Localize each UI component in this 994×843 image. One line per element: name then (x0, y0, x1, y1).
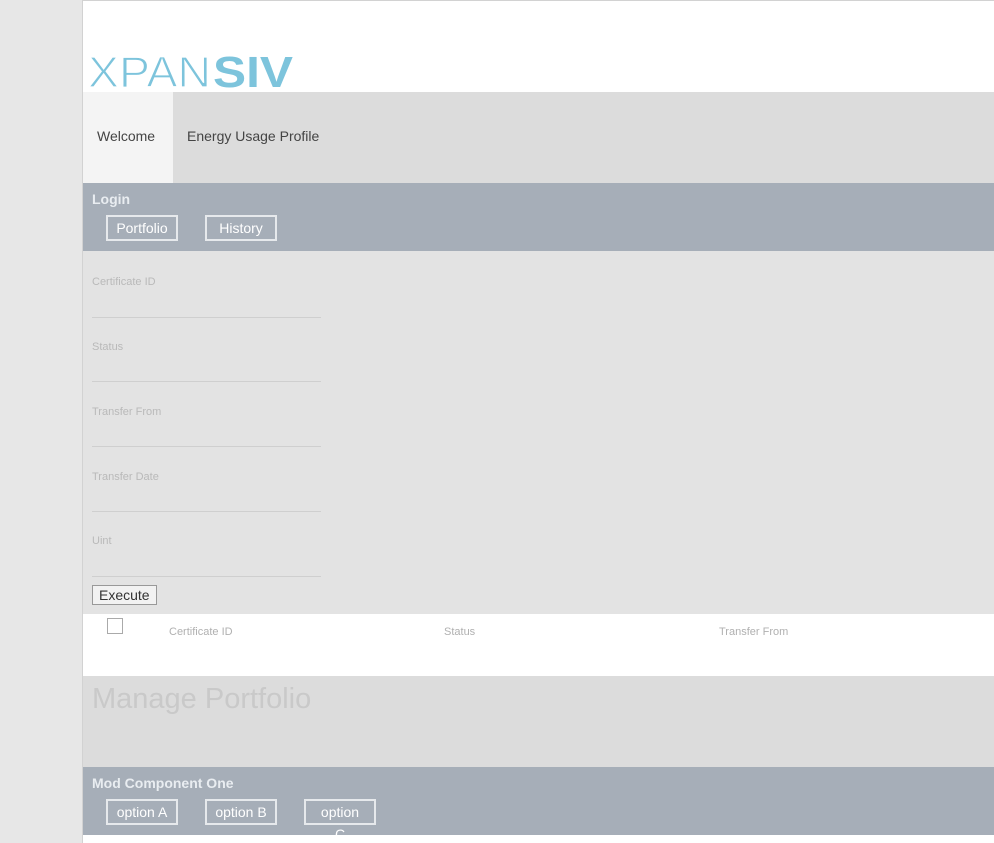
results-table: Certificate ID Status Transfer From (83, 614, 994, 676)
column-header-certificate-id: Certificate ID (169, 626, 233, 638)
transfer-date-underline (92, 511, 321, 512)
transfer-from-input[interactable] (92, 423, 321, 445)
tab-welcome[interactable]: Welcome (83, 92, 173, 183)
uint-label: Uint (92, 535, 112, 547)
transfer-date-label: Transfer Date (92, 471, 159, 483)
column-header-transfer-from: Transfer From (719, 626, 789, 638)
left-gutter (0, 0, 82, 843)
transfer-from-label: Transfer From (92, 406, 162, 418)
execute-button[interactable]: Execute (92, 585, 157, 605)
certificate-id-input[interactable] (92, 293, 321, 315)
mod-component-panel: Mod Component One option A option B opti… (83, 767, 994, 842)
query-form: Certificate ID Status Transfer From Tran… (83, 251, 994, 614)
mod-component-title: Mod Component One (92, 775, 234, 791)
uint-input[interactable] (92, 552, 321, 574)
column-header-status: Status (444, 626, 476, 638)
tab-welcome-label: Welcome (97, 128, 156, 144)
xpansiv-logo: XPAN SIV (87, 47, 378, 97)
option-a-button[interactable]: option A (106, 799, 178, 825)
uint-underline (92, 576, 321, 577)
svg-text:SIV: SIV (213, 53, 294, 93)
svg-text:XPAN: XPAN (88, 53, 211, 93)
option-c-button[interactable]: option C (304, 799, 376, 842)
transfer-date-input[interactable] (92, 488, 321, 510)
option-b-button[interactable]: option B (205, 799, 277, 825)
bottom-strip (83, 835, 994, 843)
tab-energy-usage-profile-label: Energy Usage Profile (187, 128, 320, 144)
select-all-checkbox[interactable] (107, 618, 123, 634)
login-panel: Login Portfolio History (83, 183, 994, 251)
portfolio-button[interactable]: Portfolio (106, 215, 178, 241)
status-input[interactable] (92, 358, 321, 380)
tab-energy-usage-profile[interactable]: Energy Usage Profile (173, 92, 333, 183)
transfer-from-underline (92, 446, 321, 447)
certificate-id-label: Certificate ID (92, 276, 156, 288)
main-nav: Welcome Energy Usage Profile (83, 92, 994, 183)
manage-portfolio-title: Manage Portfolio (92, 683, 312, 715)
status-label: Status (92, 341, 124, 353)
page-container: XPAN SIV Welcome Energy Usage Profile Lo… (82, 0, 994, 843)
login-panel-title: Login (92, 191, 131, 207)
certificate-id-underline (92, 317, 321, 318)
status-underline (92, 381, 321, 382)
history-button[interactable]: History (205, 215, 277, 241)
manage-portfolio-section: Manage Portfolio (83, 676, 994, 767)
